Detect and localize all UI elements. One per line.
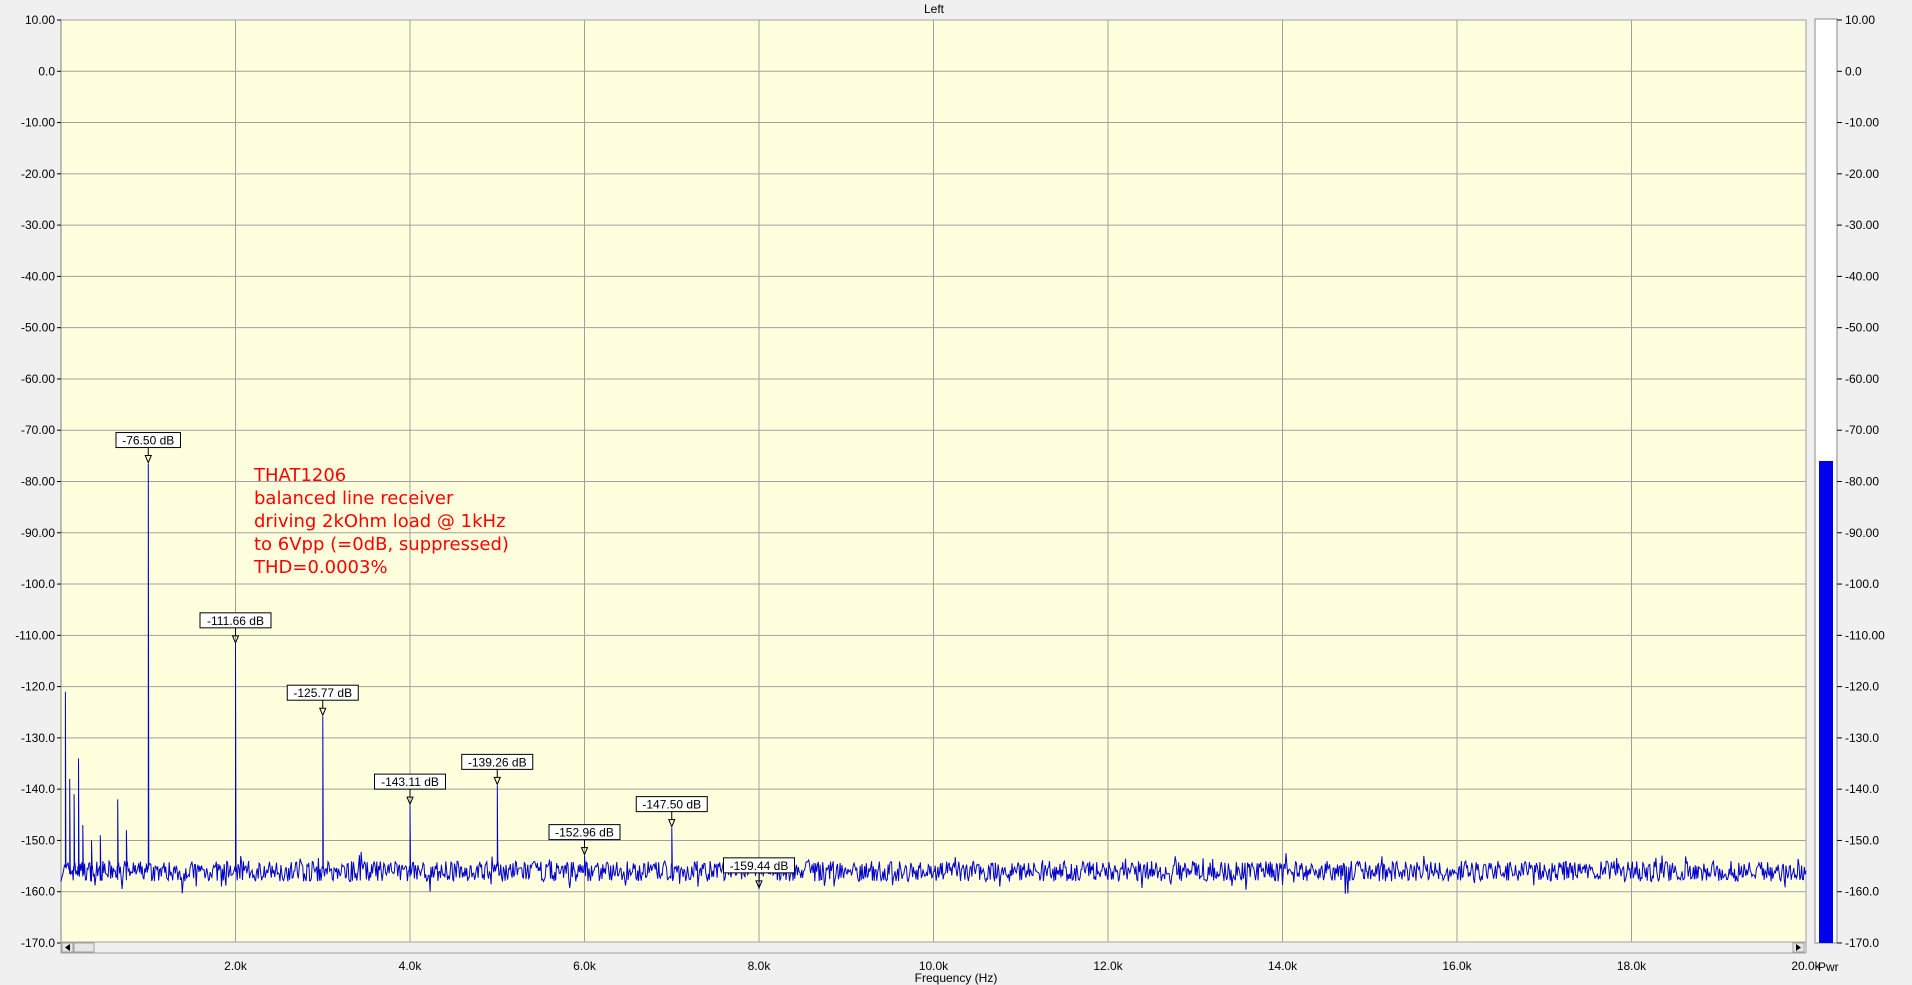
peak-label: -147.50 dB (642, 798, 701, 812)
pwr-tick-label: -50.00 (1845, 321, 1879, 335)
pwr-tick-label: -170.0 (1845, 936, 1879, 950)
chart-title: Left (924, 2, 945, 16)
scrollbar-thumb[interactable] (73, 942, 95, 953)
pwr-tick-label: -10.00 (1845, 116, 1879, 130)
peak-label: -125.77 dB (293, 686, 352, 700)
x-tick-label: 18.0k (1617, 959, 1647, 973)
y-tick-label: -10.00 (21, 116, 55, 130)
pwr-tick-label: 0.0 (1845, 64, 1862, 78)
y-tick-label: -110.00 (15, 628, 55, 642)
y-tick-label: -160.0 (21, 885, 55, 899)
y-tick-label: -170.0 (21, 936, 55, 950)
y-tick-label: -90.00 (21, 526, 55, 540)
x-tick-label: 14.0k (1268, 959, 1298, 973)
pwr-tick-label: -40.00 (1845, 269, 1879, 283)
y-tick-label: -50.00 (21, 321, 55, 335)
pwr-tick-label: -130.0 (1845, 731, 1879, 745)
peak-label: -152.96 dB (555, 826, 614, 840)
y-tick-label: -120.0 (21, 680, 55, 694)
peak-label: -159.44 dB (730, 859, 789, 873)
pwr-tick-label: -160.0 (1845, 885, 1879, 899)
y-tick-label: -80.00 (21, 475, 55, 489)
x-axis-title: Frequency (Hz) (915, 971, 998, 985)
pwr-tick-label: -120.0 (1845, 680, 1879, 694)
x-tick-label: 16.0k (1442, 959, 1472, 973)
power-meter-bar (1819, 460, 1833, 943)
y-tick-label: -150.0 (21, 833, 55, 847)
pwr-tick-label: -80.00 (1845, 475, 1879, 489)
y-tick-label: -100.0 (21, 577, 55, 591)
horizontal-scrollbar[interactable] (60, 941, 1807, 954)
peak-label: -111.66 dB (207, 614, 264, 628)
y-tick-label: -60.00 (21, 372, 55, 386)
x-tick-label: 8.0k (748, 959, 772, 973)
pwr-tick-label: -30.00 (1845, 218, 1879, 232)
chart-annotation: THAT1206 balanced line receiver driving … (254, 465, 509, 578)
pwr-tick-label: 10.00 (1845, 13, 1875, 27)
x-tick-label: 6.0k (573, 959, 597, 973)
x-tick-label: 2.0k (224, 959, 248, 973)
pwr-tick-label: -150.0 (1845, 833, 1879, 847)
peak-label: -143.11 dB (381, 775, 439, 789)
pwr-tick-label: -140.0 (1845, 782, 1879, 796)
peak-label: -76.50 dB (122, 434, 174, 448)
y-tick-label: -130.0 (21, 731, 55, 745)
y-tick-label: -40.00 (21, 269, 55, 283)
power-meter-label: Pwr (1818, 960, 1839, 974)
y-tick-label: -30.00 (21, 218, 55, 232)
x-tick-label: 12.0k (1093, 959, 1123, 973)
pwr-tick-label: -70.00 (1845, 423, 1879, 437)
pwr-tick-label: -100.0 (1845, 577, 1879, 591)
y-tick-label: 10.00 (25, 13, 55, 27)
peak-label: -139.26 dB (468, 755, 527, 769)
pwr-tick-label: -90.00 (1845, 526, 1879, 540)
y-tick-label: -20.00 (21, 167, 55, 181)
x-tick-label: 4.0k (399, 959, 423, 973)
pwr-tick-label: -60.00 (1845, 372, 1879, 386)
pwr-tick-label: -110.00 (1845, 628, 1885, 642)
pwr-tick-label: -20.00 (1845, 167, 1879, 181)
y-tick-label: -70.00 (21, 423, 55, 437)
y-tick-label: -140.0 (21, 782, 55, 796)
scrollbar-track[interactable] (60, 941, 1807, 954)
y-tick-label: 0.0 (38, 64, 55, 78)
